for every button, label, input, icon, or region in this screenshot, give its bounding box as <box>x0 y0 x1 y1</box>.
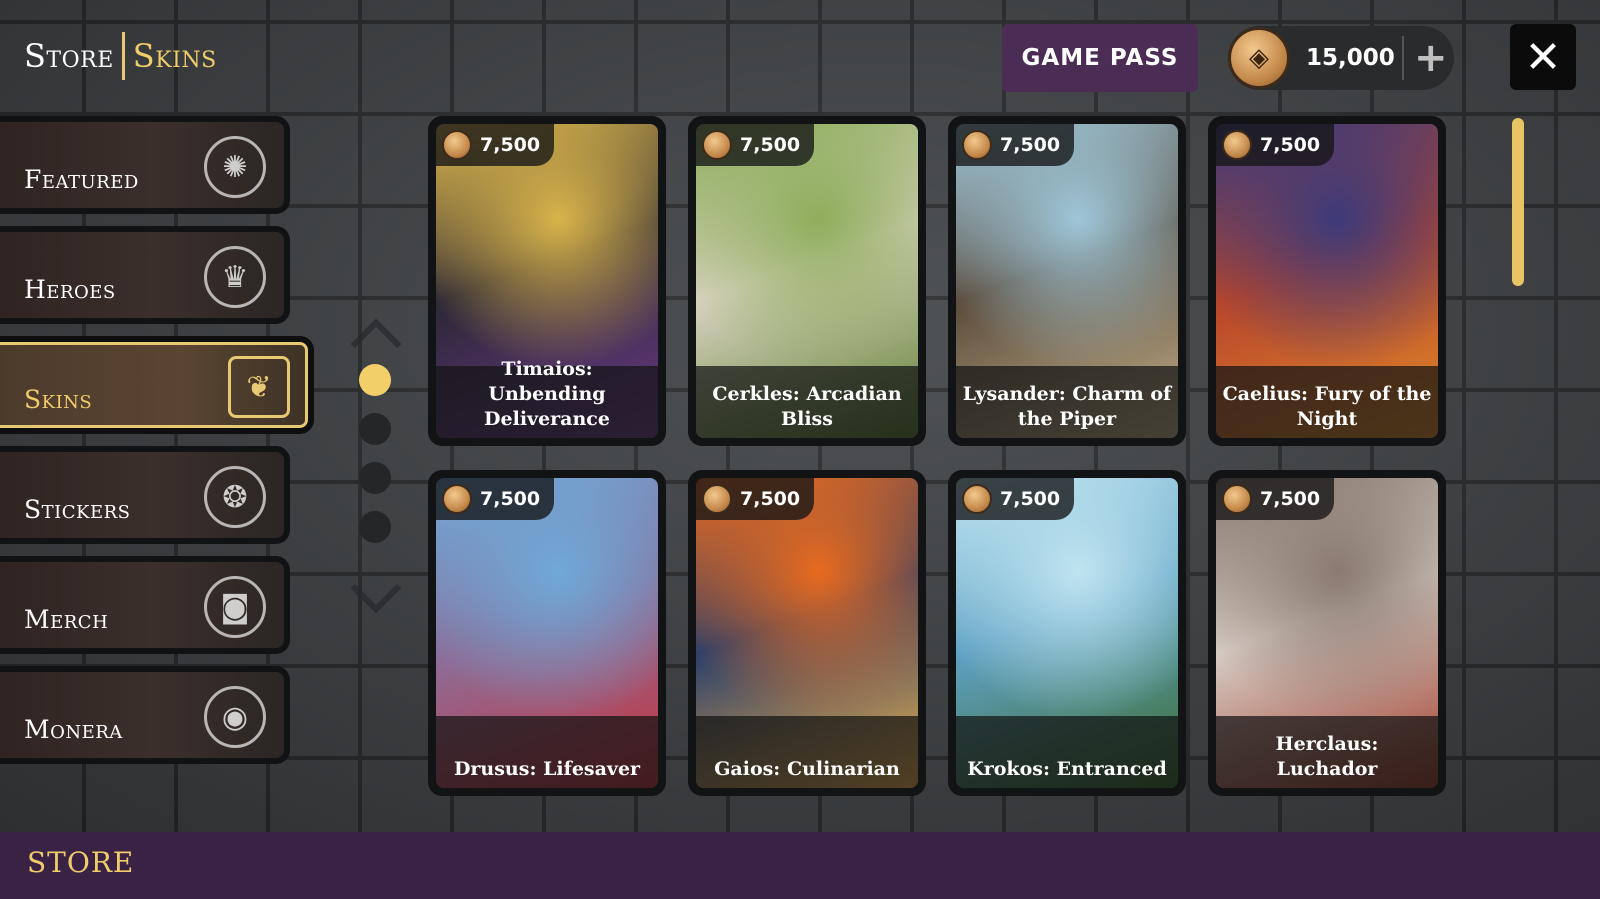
skin-name: Cerkles: Arcadian Bliss <box>712 383 902 430</box>
pager-up-icon[interactable] <box>350 318 402 370</box>
sidebar-item-monera[interactable]: Monera ◉ <box>0 666 290 764</box>
sidebar-item-label: Skins <box>24 385 93 414</box>
title-skins: Skins <box>132 37 217 75</box>
skin-card[interactable]: 7,500 Herclaus: Luchador <box>1208 470 1446 796</box>
coin-icon <box>442 130 472 160</box>
sidebar-item-label: Merch <box>24 605 109 634</box>
sidebar-item-skins[interactable]: Skins ❦ <box>0 336 314 434</box>
currency-divider <box>1402 36 1404 80</box>
price-value: 7,500 <box>740 134 801 156</box>
coin-icon <box>962 130 992 160</box>
currency-amount: 15,000 <box>1306 45 1395 71</box>
skin-name: Lysander: Charm of the Piper <box>962 383 1172 430</box>
sidebar-item-label: Featured <box>24 165 139 194</box>
skin-card[interactable]: 7,500 Cerkles: Arcadian Bliss <box>688 116 926 446</box>
price-tag: 7,500 <box>436 478 555 520</box>
coin-icon <box>442 484 472 514</box>
skins-cat-icon: ❦ <box>228 356 290 418</box>
skin-artwork <box>956 478 1178 788</box>
sidebar-item-label: Monera <box>24 715 123 744</box>
merch-bag-icon: ◙ <box>204 576 266 638</box>
skin-card[interactable]: 7,500 Lysander: Charm of the Piper <box>948 116 1186 446</box>
price-tag: 7,500 <box>1216 478 1335 520</box>
skin-artwork <box>436 478 658 788</box>
pager-down-icon[interactable] <box>350 562 402 614</box>
price-value: 7,500 <box>1260 134 1321 156</box>
sidebar-item-heroes[interactable]: Heroes ♛ <box>0 226 290 324</box>
skin-name: Drusus: Lifesaver <box>453 758 641 780</box>
title-store: Store <box>24 37 114 75</box>
pager-dot[interactable] <box>359 413 391 445</box>
sidebar-item-label: Heroes <box>24 275 116 304</box>
skin-name: Gaios: Culinarian <box>714 758 900 780</box>
sidebar-item-label: Stickers <box>24 495 131 524</box>
game-pass-button[interactable]: GAME PASS <box>1002 24 1198 92</box>
coin-icon <box>1222 484 1252 514</box>
currency-display: ◈ 15,000 + <box>1228 26 1454 90</box>
page-indicator <box>350 318 402 620</box>
skin-card[interactable]: 7,500 Krokos: Entranced <box>948 470 1186 796</box>
pager-dot[interactable] <box>359 511 391 543</box>
skin-name: Herclaus: Luchador <box>1275 733 1379 780</box>
close-button[interactable]: ✕ <box>1510 24 1576 90</box>
pager-dot[interactable] <box>359 462 391 494</box>
add-currency-button[interactable]: + <box>1414 38 1448 78</box>
footer-label: STORE <box>27 846 135 879</box>
price-value: 7,500 <box>740 488 801 510</box>
swirl-icon: ✺ <box>204 136 266 198</box>
skin-name: Timaios: Unbending Deliverance <box>484 358 610 430</box>
price-value: 7,500 <box>1000 134 1061 156</box>
sidebar-item-stickers[interactable]: Stickers ❂ <box>0 446 290 544</box>
coin-icon <box>702 130 732 160</box>
sidebar-item-merch[interactable]: Merch ◙ <box>0 556 290 654</box>
title-separator <box>121 32 125 80</box>
coin-icon <box>962 484 992 514</box>
price-tag: 7,500 <box>436 124 555 166</box>
skin-card[interactable]: 7,500 Timaios: Unbending Deliverance <box>428 116 666 446</box>
price-tag: 7,500 <box>956 124 1075 166</box>
skin-name: Krokos: Entranced <box>967 758 1167 780</box>
price-value: 7,500 <box>480 488 541 510</box>
coin-icon: ◈ <box>1228 27 1290 89</box>
price-tag: 7,500 <box>696 478 815 520</box>
scrollbar-thumb[interactable] <box>1512 118 1524 286</box>
price-value: 7,500 <box>1260 488 1321 510</box>
skin-artwork <box>696 478 918 788</box>
price-value: 7,500 <box>1000 488 1061 510</box>
monera-coins-icon: ◉ <box>204 686 266 748</box>
skin-name: Caelius: Fury of the Night <box>1222 383 1432 430</box>
footer-bar: STORE <box>0 832 1600 899</box>
sidebar-item-featured[interactable]: Featured ✺ <box>0 116 290 214</box>
price-tag: 7,500 <box>696 124 815 166</box>
price-tag: 7,500 <box>956 478 1075 520</box>
coin-icon <box>702 484 732 514</box>
price-tag: 7,500 <box>1216 124 1335 166</box>
coin-icon <box>1222 130 1252 160</box>
close-icon: ✕ <box>1524 31 1562 83</box>
hero-mask-icon: ♛ <box>204 246 266 308</box>
skin-card[interactable]: 7,500 Drusus: Lifesaver <box>428 470 666 796</box>
stickers-icon: ❂ <box>204 466 266 528</box>
skin-card[interactable]: 7,500 Gaios: Culinarian <box>688 470 926 796</box>
page-title: Store Skins <box>24 30 217 82</box>
pager-dot[interactable] <box>359 364 391 396</box>
price-value: 7,500 <box>480 134 541 156</box>
skin-card[interactable]: 7,500 Caelius: Fury of the Night <box>1208 116 1446 446</box>
